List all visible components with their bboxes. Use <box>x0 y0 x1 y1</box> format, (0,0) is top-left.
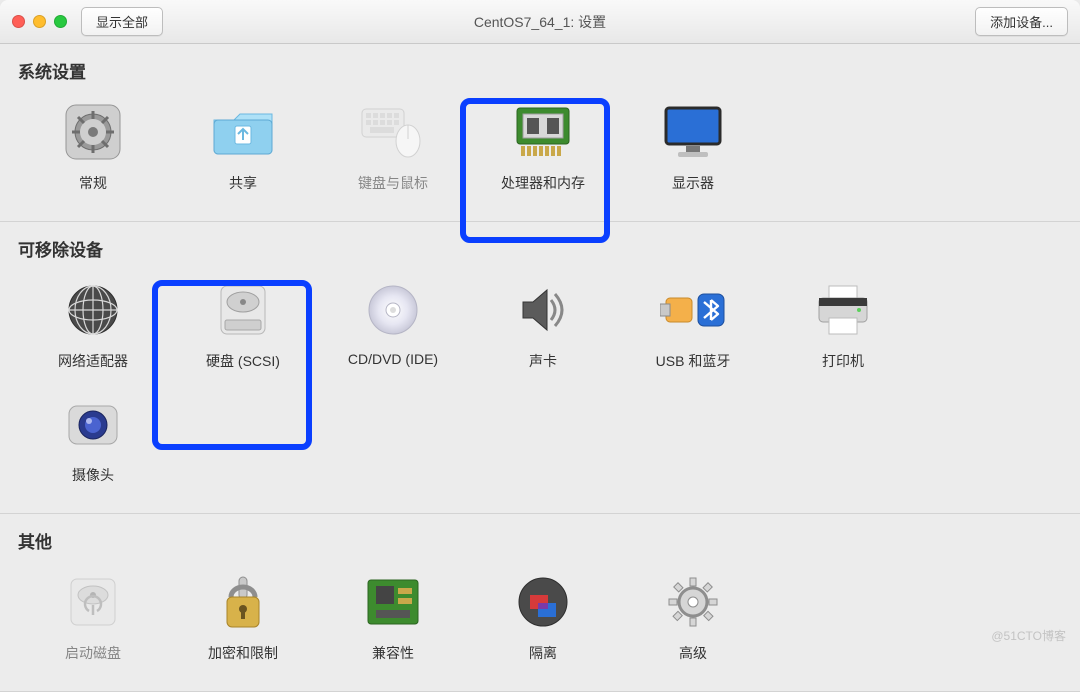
item-label: 处理器和内存 <box>501 173 585 193</box>
printer-icon <box>810 277 876 343</box>
folder-share-icon <box>210 99 276 165</box>
section-title-removable: 可移除设备 <box>18 236 1062 261</box>
traffic-lights <box>12 15 67 28</box>
settings-window: 显示全部 CentOS7_64_1: 设置 添加设备... 系统设置 <box>0 0 1080 692</box>
item-usb-bluetooth[interactable]: USB 和蓝牙 <box>618 267 768 381</box>
item-isolate[interactable]: 隔离 <box>468 559 618 673</box>
camera-icon <box>60 391 126 457</box>
item-camera[interactable]: 摄像头 <box>18 381 168 495</box>
item-network-adapter[interactable]: 网络适配器 <box>18 267 168 381</box>
hard-disk-icon <box>210 277 276 343</box>
item-printer[interactable]: 打印机 <box>768 267 918 381</box>
grid-system: 常规 共享 <box>18 89 1062 203</box>
network-globe-icon <box>60 277 126 343</box>
item-label: 高级 <box>679 643 707 663</box>
item-keyboard-mouse[interactable]: 键盘与鼠标 <box>318 89 468 203</box>
watermark: @51CTO博客 <box>991 627 1066 644</box>
add-device-button[interactable]: 添加设备... <box>975 7 1068 36</box>
usb-bluetooth-icon <box>660 277 726 343</box>
grid-other: 启动磁盘 加密和限制 <box>18 559 1062 673</box>
item-label: 共享 <box>229 173 257 193</box>
lock-icon <box>210 569 276 635</box>
section-removable: 可移除设备 网络适配器 <box>0 222 1080 514</box>
startup-disk-icon <box>60 569 126 635</box>
item-cddvd[interactable]: CD/DVD (IDE) <box>318 267 468 381</box>
item-compat[interactable]: 兼容性 <box>318 559 468 673</box>
item-display[interactable]: 显示器 <box>618 89 768 203</box>
item-label: 常规 <box>79 173 107 193</box>
disc-icon <box>360 277 426 343</box>
item-label: 显示器 <box>672 173 714 193</box>
gear-outline-icon <box>660 569 726 635</box>
item-cpu-memory[interactable]: 处理器和内存 <box>468 89 618 203</box>
section-title-system: 系统设置 <box>18 58 1062 83</box>
item-sound[interactable]: 声卡 <box>468 267 618 381</box>
minimize-icon[interactable] <box>33 15 46 28</box>
item-sharing[interactable]: 共享 <box>168 89 318 203</box>
item-label: 键盘与鼠标 <box>358 173 428 193</box>
item-label: 打印机 <box>822 351 864 371</box>
gear-icon <box>60 99 126 165</box>
item-general[interactable]: 常规 <box>18 89 168 203</box>
item-label: 兼容性 <box>372 643 414 663</box>
item-label: 隔离 <box>529 643 557 663</box>
keyboard-mouse-icon <box>360 99 426 165</box>
isolation-icon <box>510 569 576 635</box>
close-icon[interactable] <box>12 15 25 28</box>
grid-removable: 网络适配器 硬盘 (SCSI) <box>18 267 1062 495</box>
maximize-icon[interactable] <box>54 15 67 28</box>
item-label: 摄像头 <box>72 465 114 485</box>
monitor-icon <box>660 99 726 165</box>
memory-chip-icon <box>510 99 576 165</box>
circuit-board-icon <box>360 569 426 635</box>
item-label: 加密和限制 <box>208 643 278 663</box>
item-label: 声卡 <box>529 351 557 371</box>
section-other: 其他 启动磁盘 <box>0 514 1080 692</box>
item-label: 启动磁盘 <box>65 643 121 663</box>
item-label: USB 和蓝牙 <box>656 351 731 371</box>
item-label: 硬盘 (SCSI) <box>206 351 280 371</box>
item-label: CD/DVD (IDE) <box>348 351 438 367</box>
item-startup-disk[interactable]: 启动磁盘 <box>18 559 168 673</box>
item-encrypt[interactable]: 加密和限制 <box>168 559 318 673</box>
item-advanced[interactable]: 高级 <box>618 559 768 673</box>
titlebar: 显示全部 CentOS7_64_1: 设置 添加设备... <box>0 0 1080 44</box>
section-title-other: 其他 <box>18 528 1062 553</box>
item-label: 网络适配器 <box>58 351 128 371</box>
show-all-button[interactable]: 显示全部 <box>81 7 163 36</box>
item-disk-scsi[interactable]: 硬盘 (SCSI) <box>168 267 318 381</box>
speaker-icon <box>510 277 576 343</box>
section-system: 系统设置 <box>0 44 1080 222</box>
